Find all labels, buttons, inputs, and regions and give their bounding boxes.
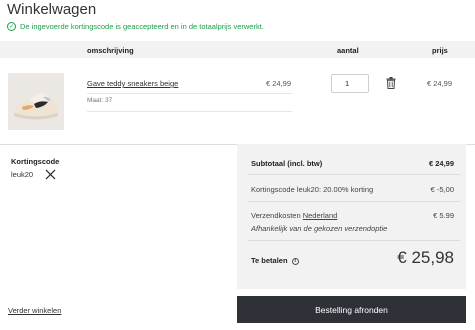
product-size: Maat: 37 (87, 97, 113, 104)
coupon-title: Kortingscode (11, 157, 60, 166)
order-summary-panel: Subtotaal (incl. btw) € 24,99 Kortingsco… (237, 144, 466, 289)
column-header-description: omschrijving (87, 46, 134, 55)
subtotal-label: Subtotaal (incl. btw) (251, 159, 323, 168)
cart-table-header: omschrijving aantal prijs (0, 41, 475, 58)
product-image[interactable] (8, 73, 64, 130)
divider (248, 201, 460, 202)
shipping-value: € 5.99 (433, 211, 454, 220)
continue-shopping-link[interactable]: Verder winkelen (8, 306, 61, 315)
page-title: Winkelwagen (7, 1, 97, 18)
trash-icon[interactable] (386, 77, 396, 89)
discount-label: Kortingscode leuk20: 20.00% korting (251, 185, 374, 194)
checkout-button[interactable]: Bestelling afronden (237, 296, 466, 323)
total-label: Te betalen (251, 256, 288, 265)
divider (248, 240, 460, 241)
success-message: ✓ De ingevoerde kortingscode is geaccept… (7, 22, 264, 31)
close-icon[interactable] (45, 169, 56, 180)
column-header-price: prijs (432, 46, 448, 55)
total-value: € 25,98 (397, 248, 454, 267)
shipping-note: Afhankelijk van de gekozen verzendoptie (251, 224, 388, 233)
shipping-label: Verzendkosten (251, 211, 301, 220)
row-total-price: € 24,99 (427, 79, 453, 88)
divider (248, 174, 460, 175)
quantity-input[interactable] (331, 74, 369, 93)
check-circle-icon: ✓ (7, 22, 16, 31)
column-header-quantity: aantal (337, 46, 359, 55)
subtotal-value: € 24,99 (428, 159, 454, 168)
product-name-link[interactable]: Gave teddy sneakers beige (87, 79, 178, 88)
info-icon[interactable]: i (291, 257, 299, 265)
unit-price: € 24,99 (266, 79, 292, 88)
divider (87, 111, 292, 112)
sneaker-image (8, 73, 64, 130)
divider (87, 93, 292, 94)
total-label-group: Te betalen i (251, 256, 299, 265)
discount-value: € -5,00 (430, 185, 454, 194)
success-message-text: De ingevoerde kortingscode is geacceptee… (20, 22, 264, 31)
shipping-country-link[interactable]: Nederland (303, 211, 338, 220)
shipping-label-group: Verzendkosten Nederland (251, 211, 337, 220)
coupon-code: leuk20 (11, 170, 34, 179)
